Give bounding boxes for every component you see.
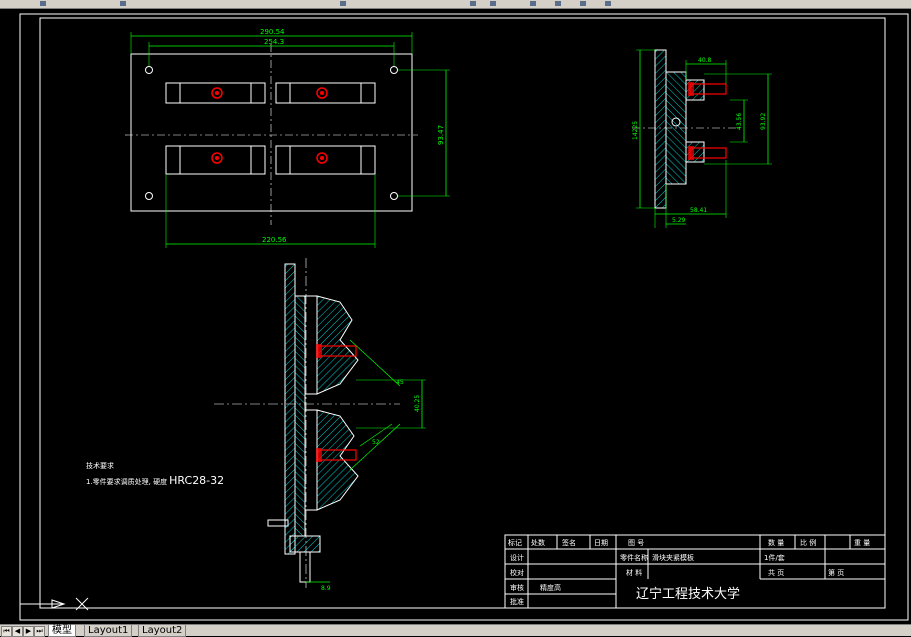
tab-layout1[interactable]: Layout1 (84, 625, 133, 637)
dim-inner-height: 43.56 (736, 113, 743, 130)
cad-drawing: 290.54 254.3 220.56 93.47 40.8 14225 43.… (19, 13, 909, 621)
dim-right-height: 93.92 (760, 113, 767, 130)
toolbar-button-icon[interactable] (490, 1, 496, 6)
toolbar-button-icon[interactable] (120, 1, 126, 6)
dim-mid: 40.25 (414, 395, 421, 412)
dim-bottom-width: 220.56 (262, 236, 287, 244)
tab-layout2[interactable]: Layout2 (138, 625, 187, 637)
toolbar-button-icon[interactable] (340, 1, 346, 6)
dim-left-height: 14225 (632, 121, 639, 140)
toolbar-button-icon[interactable] (40, 1, 46, 6)
toolbar-button-icon[interactable] (555, 1, 561, 6)
tb-quantity: 1件/套 (764, 553, 785, 562)
tb-material-label: 材 料 (626, 568, 642, 577)
drawing-canvas[interactable]: 290.54 254.3 220.56 93.47 40.8 14225 43.… (0, 9, 911, 623)
tb-header-7: 重 量 (854, 539, 870, 547)
tb-total-pages: 共 页 (768, 568, 784, 577)
dim-bottom: 8.9 (321, 585, 331, 592)
dim-lower: 52 (372, 439, 380, 446)
tb-header-6: 比 例 (800, 538, 816, 547)
dim-height: 93.47 (437, 125, 445, 145)
toolbar (0, 0, 911, 9)
next-tab-button[interactable]: ▶ (23, 626, 34, 637)
tb-checker-label: 校对 (510, 568, 524, 577)
dim-top: 40.8 (698, 57, 712, 64)
inner-frame (39, 17, 886, 609)
tech-notes-line1: 1.零件要求调质处理, 硬度 HRC28-32 (86, 474, 224, 487)
tb-header-5: 数 量 (768, 538, 784, 547)
toolbar-button-icon[interactable] (605, 1, 611, 6)
tb-designer-label: 设计 (510, 553, 524, 562)
side-view (632, 49, 772, 228)
section-view (214, 258, 426, 588)
dim-offset: 5.29 (672, 217, 686, 224)
tb-header-3: 日期 (594, 539, 608, 547)
toolbar-button-icon[interactable] (530, 1, 536, 6)
outer-frame (19, 13, 909, 621)
tech-notes-line1-value: HRC28-32 (169, 474, 224, 487)
tb-part-name: 滑块夹紧模板 (652, 553, 694, 562)
tb-header-2: 签名 (562, 538, 576, 547)
tb-header-4: 图 号 (628, 539, 644, 547)
layout-tab-bar: ⏮ ◀ ▶ ⏭ 模型 Layout1 Layout2 (0, 624, 911, 637)
tb-page-no: 第 页 (828, 568, 844, 577)
tb-reviewer-label: 审核 (510, 583, 524, 592)
prev-tab-button[interactable]: ◀ (12, 626, 23, 637)
tab-model[interactable]: 模型 (48, 625, 76, 637)
dim-angle: 45 (396, 379, 404, 386)
tb-header-1: 处数 (531, 538, 545, 547)
dim-inner-width: 254.3 (264, 38, 284, 46)
first-tab-button[interactable]: ⏮ (1, 626, 12, 637)
toolbar-button-icon[interactable] (580, 1, 586, 6)
tb-approver-label: 批准 (510, 597, 524, 606)
tb-part-name-label: 零件名称 (620, 553, 648, 562)
dim-overall-width: 290.54 (260, 28, 285, 36)
tb-school-name: 辽宁工程技术大学 (636, 586, 740, 602)
tech-notes-title: 技术要求 (86, 461, 114, 470)
last-tab-button[interactable]: ⏭ (34, 626, 45, 637)
toolbar-button-icon[interactable] (470, 1, 476, 6)
dim-bottom-width: 58.41 (690, 207, 707, 214)
tb-reviewer-value: 精度高 (540, 583, 561, 592)
tb-header-0: 标记 (508, 538, 522, 547)
tech-notes-line1-prefix: 1.零件要求调质处理, 硬度 (86, 477, 167, 486)
top-view (125, 32, 450, 248)
